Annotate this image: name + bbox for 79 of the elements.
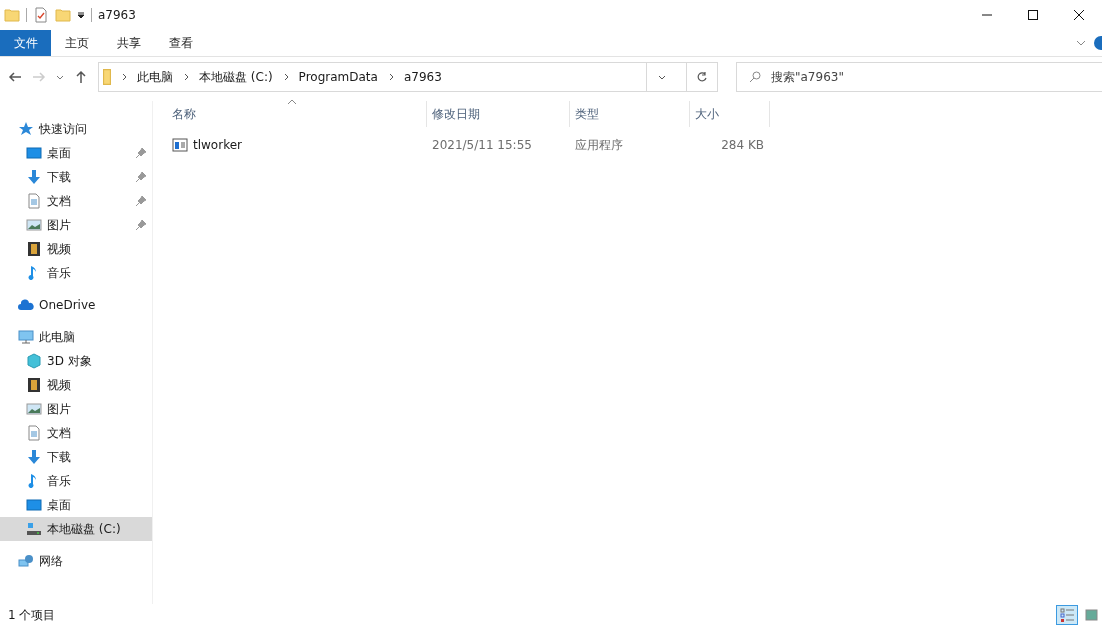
chevron-icon[interactable] bbox=[120, 73, 128, 81]
nav-item[interactable]: 音乐 bbox=[0, 469, 152, 493]
nav-item[interactable]: 图片 bbox=[0, 213, 152, 237]
cube-icon bbox=[26, 353, 42, 369]
breadcrumb[interactable]: a7963 bbox=[403, 70, 442, 84]
dropdown-caret-icon[interactable] bbox=[658, 73, 666, 81]
column-header[interactable]: 修改日期 bbox=[427, 101, 570, 127]
desktop-icon bbox=[26, 145, 42, 161]
item-count: 1 个项目 bbox=[8, 606, 56, 624]
column-header[interactable]: 类型 bbox=[570, 101, 690, 127]
network-icon bbox=[18, 553, 34, 569]
file-type: 应用程序 bbox=[575, 136, 623, 154]
ribbon-tab[interactable]: 查看 bbox=[155, 30, 207, 56]
refresh-icon[interactable] bbox=[696, 71, 708, 83]
maximize-icon bbox=[1028, 10, 1038, 20]
properties-icon[interactable] bbox=[33, 7, 49, 23]
folder-icon bbox=[103, 69, 111, 85]
window-title: a7963 bbox=[98, 8, 136, 22]
breadcrumb[interactable]: 本地磁盘 (C:) bbox=[199, 68, 273, 86]
document-icon bbox=[26, 193, 42, 209]
details-view-button[interactable] bbox=[1056, 605, 1078, 625]
video-icon bbox=[26, 241, 42, 257]
application-icon bbox=[172, 137, 188, 153]
nav-item[interactable]: 桌面 bbox=[0, 493, 152, 517]
pin-icon[interactable] bbox=[136, 220, 146, 230]
picture-icon bbox=[26, 401, 42, 417]
drive-icon bbox=[26, 521, 42, 537]
ribbon-tab[interactable]: 文件 bbox=[0, 30, 51, 56]
details-list-icon bbox=[1059, 607, 1075, 623]
expand-ribbon-icon[interactable] bbox=[1076, 38, 1086, 48]
pin-icon[interactable] bbox=[136, 148, 146, 158]
download-icon bbox=[26, 169, 42, 185]
picture-icon bbox=[1084, 609, 1098, 621]
document-icon bbox=[26, 425, 42, 441]
pin-icon[interactable] bbox=[136, 172, 146, 182]
address-bar[interactable]: 此电脑 本地磁盘 (C:) ProgramData a7963 bbox=[98, 62, 718, 92]
ribbon-tab[interactable]: 主页 bbox=[51, 30, 103, 56]
pin-icon[interactable] bbox=[136, 196, 146, 206]
nav-item[interactable]: 快速访问 bbox=[0, 117, 152, 141]
close-icon bbox=[1074, 10, 1084, 20]
file-name: tlworker bbox=[193, 138, 242, 152]
download-icon bbox=[26, 449, 42, 465]
nav-item[interactable]: 文档 bbox=[0, 189, 152, 213]
file-row[interactable]: tlworker 2021/5/11 15:55 应用程序 284 KB bbox=[167, 134, 1102, 156]
nav-item[interactable]: 视频 bbox=[0, 373, 152, 397]
breadcrumb[interactable]: ProgramData bbox=[298, 70, 378, 84]
ribbon-tab[interactable]: 共享 bbox=[103, 30, 155, 56]
chevron-icon[interactable] bbox=[182, 73, 190, 81]
nav-item[interactable]: 桌面 bbox=[0, 141, 152, 165]
nav-item[interactable]: 此电脑 bbox=[0, 325, 152, 349]
help-icon[interactable] bbox=[1094, 36, 1102, 50]
nav-item[interactable]: 音乐 bbox=[0, 261, 152, 285]
picture-icon bbox=[26, 217, 42, 233]
back-arrow-icon[interactable] bbox=[8, 70, 22, 84]
dropdown-caret-icon[interactable] bbox=[77, 11, 85, 19]
nav-item[interactable]: 视频 bbox=[0, 237, 152, 261]
modified-date: 2021/5/11 15:55 bbox=[432, 138, 532, 152]
nav-item[interactable]: 下载 bbox=[0, 445, 152, 469]
nav-item[interactable]: 文档 bbox=[0, 421, 152, 445]
nav-item[interactable]: OneDrive bbox=[0, 293, 152, 317]
pc-icon bbox=[18, 329, 34, 345]
nav-item[interactable]: 图片 bbox=[0, 397, 152, 421]
video-icon bbox=[26, 377, 42, 393]
search-icon bbox=[749, 71, 761, 83]
up-arrow-icon[interactable] bbox=[74, 70, 88, 84]
file-size: 284 KB bbox=[721, 138, 764, 152]
cloud-icon bbox=[18, 297, 34, 313]
star-icon bbox=[18, 121, 34, 137]
breadcrumb[interactable]: 此电脑 bbox=[137, 68, 173, 86]
minimize-icon bbox=[982, 14, 992, 16]
nav-item[interactable]: 本地磁盘 (C:) bbox=[0, 517, 152, 541]
recent-caret-icon[interactable] bbox=[56, 73, 64, 81]
column-header[interactable]: 名称 bbox=[167, 101, 427, 127]
nav-item[interactable]: 下载 bbox=[0, 165, 152, 189]
search-field[interactable]: 搜索"a7963" bbox=[736, 62, 1102, 92]
desktop-icon bbox=[26, 497, 42, 513]
nav-item[interactable]: 网络 bbox=[0, 549, 152, 573]
nav-item[interactable]: 3D 对象 bbox=[0, 349, 152, 373]
column-header[interactable]: 大小 bbox=[690, 101, 770, 127]
